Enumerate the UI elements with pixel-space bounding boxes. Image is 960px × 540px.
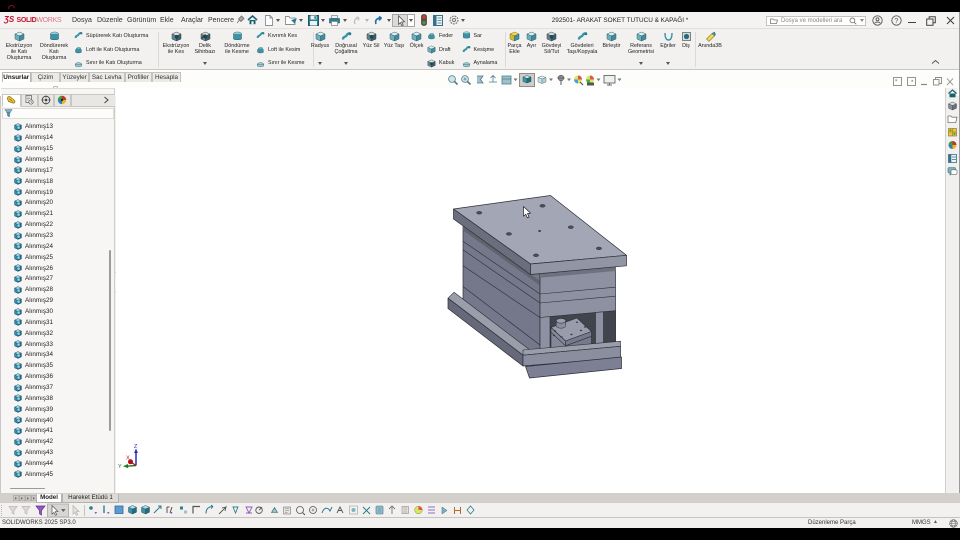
svg-text:X: X — [126, 456, 130, 462]
svg-text:?: ? — [894, 16, 898, 25]
svg-text:Z: Z — [134, 444, 138, 450]
svg-text:Y: Y — [118, 464, 122, 470]
